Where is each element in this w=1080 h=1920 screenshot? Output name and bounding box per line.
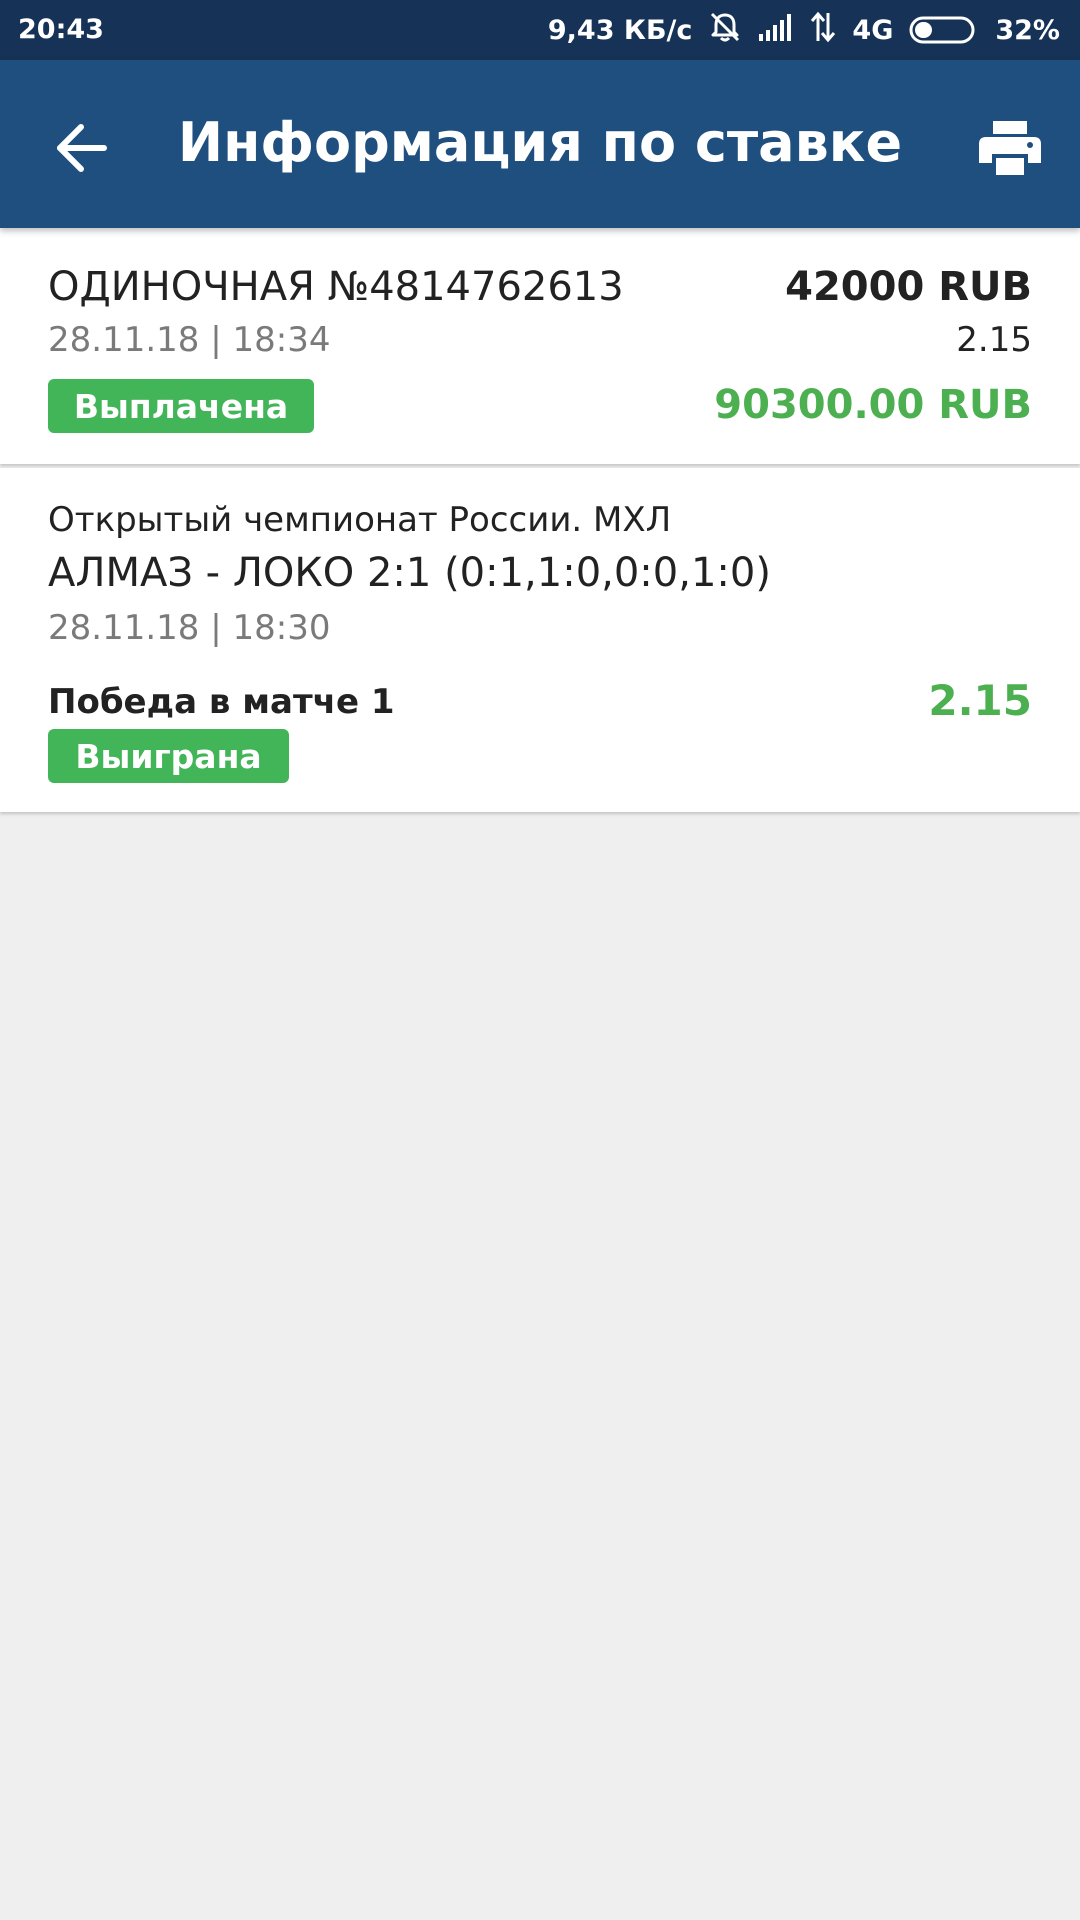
battery-percent: 32% [995, 14, 1060, 46]
event-outcome: Победа в матче 1 [48, 682, 395, 722]
bet-payout: 90300.00 RUB [714, 382, 1032, 428]
signal-icon [758, 12, 794, 49]
alarm-off-icon [708, 10, 742, 51]
event-match: АЛМАЗ - ЛОКО 2:1 (0:1,1:0,0:0,1:0) [48, 550, 771, 596]
print-icon [978, 119, 1042, 182]
status-indicators: 9,43 КБ/с 4G 32% [547, 10, 1060, 51]
bet-summary-card: ОДИНОЧНАЯ №4814762613 28.11.18 | 18:34 В… [0, 228, 1080, 464]
event-status-badge: Выиграна [48, 729, 289, 783]
print-button[interactable] [970, 110, 1050, 190]
bet-coefficient: 2.15 [956, 320, 1032, 360]
status-bar: 20:43 9,43 КБ/с 4G 32% [0, 0, 1080, 60]
data-transfer-icon [810, 11, 836, 50]
bet-stake: 42000 RUB [785, 264, 1032, 310]
page-title: Информация по ставке [177, 111, 903, 174]
bet-title: ОДИНОЧНАЯ №4814762613 [48, 264, 624, 310]
arrow-back-icon [54, 120, 110, 181]
status-time: 20:43 [18, 14, 104, 45]
bet-status-badge: Выплачена [48, 379, 314, 433]
event-league: Открытый чемпионат России. МХЛ [48, 500, 672, 540]
event-date: 28.11.18 | 18:30 [48, 608, 331, 648]
battery-icon [909, 15, 979, 45]
event-coefficient: 2.15 [928, 676, 1032, 725]
back-button[interactable] [42, 110, 122, 190]
event-card: Открытый чемпионат России. МХЛ АЛМАЗ - Л… [0, 468, 1080, 812]
network-speed: 9,43 КБ/с [547, 14, 693, 46]
bet-date: 28.11.18 | 18:34 [48, 320, 331, 360]
network-type: 4G [852, 14, 894, 46]
app-bar: Информация по ставке [0, 60, 1080, 228]
